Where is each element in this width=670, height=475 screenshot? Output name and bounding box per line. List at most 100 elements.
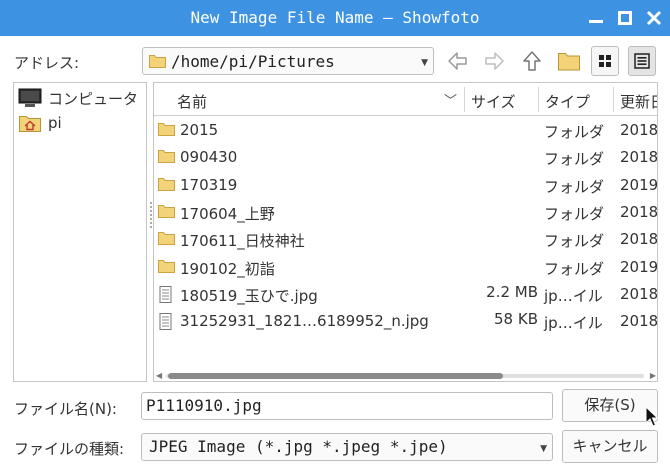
file-type: フォルダ: [544, 204, 605, 223]
arrow-left-icon: [448, 52, 467, 70]
folder-icon: [158, 259, 175, 277]
file-date: 2018: [620, 230, 658, 249]
list-view-icon: [634, 53, 650, 69]
file-list-header: 名前 ﹀ サイズ タイプ 更新日: [154, 83, 657, 116]
folder-icon: [158, 122, 175, 140]
address-label: アドレス:: [14, 54, 80, 72]
file-row[interactable]: 31252931_1821…6189952_n.jpg 58 KB jp…イル 201…: [154, 308, 658, 335]
title-bar: New Image File Name — Showfoto: [0, 0, 670, 36]
file-icon: [158, 285, 173, 307]
file-row[interactable]: 180519_玉ひで.jpg 2.2 MB jp…イル 2018: [154, 281, 658, 308]
save-button[interactable]: 保存(S): [562, 389, 658, 422]
forward-button[interactable]: [479, 46, 509, 76]
minimize-button[interactable]: [586, 8, 606, 28]
cancel-button[interactable]: キャンセル: [562, 430, 658, 463]
file-row[interactable]: 170611_日枝神社 フォルダ 2018: [154, 226, 658, 253]
chevron-down-icon: ▼: [540, 444, 547, 454]
file-type: フォルダ: [544, 232, 605, 251]
column-divider[interactable]: [464, 87, 465, 112]
file-type: jp…イル: [544, 286, 603, 305]
place-label: コンピュータ: [48, 89, 139, 108]
folder-icon: [149, 55, 166, 68]
file-type: フォルダ: [544, 123, 605, 141]
scroll-left-icon[interactable]: ◀: [156, 371, 162, 380]
column-header-type[interactable]: タイプ: [545, 91, 590, 112]
file-date: 2018: [620, 202, 658, 221]
file-type: フォルダ: [544, 177, 605, 196]
filename-input[interactable]: P1110910.jpg: [141, 392, 553, 420]
folder-icon: [158, 259, 175, 273]
column-header-date[interactable]: 更新日: [620, 91, 657, 112]
file-row[interactable]: 2015 フォルダ 2018: [154, 117, 658, 144]
close-button[interactable]: [644, 8, 664, 28]
filetype-value: JPEG Image (*.jpg *.jpeg *.jpe): [149, 437, 448, 456]
file-row[interactable]: 190102_初詣 フォルダ 2019: [154, 254, 658, 281]
file-name: 31252931_1821…6189952_n.jpg: [180, 312, 429, 331]
chevron-down-icon: ▼: [421, 58, 428, 68]
folder-icon: [158, 177, 175, 191]
file-name: 180519_玉ひで.jpg: [180, 286, 318, 305]
file-icon: [159, 285, 172, 303]
list-view-button[interactable]: [628, 46, 656, 76]
column-header-name[interactable]: 名前: [177, 91, 207, 112]
file-type: フォルダ: [544, 150, 605, 169]
file-date: 2019: [620, 257, 658, 276]
scrollbar-thumb[interactable]: [168, 373, 503, 379]
new-folder-icon: [558, 53, 580, 71]
close-icon: [646, 10, 662, 26]
file-list[interactable]: 名前 ﹀ サイズ タイプ 更新日 2015フォルダ2018090430フォルダ2…: [153, 82, 658, 382]
folder-icon: [158, 204, 175, 218]
file-date: 2018: [620, 121, 658, 139]
horizontal-scrollbar[interactable]: ◀ ▶: [156, 371, 656, 380]
place-item-home[interactable]: pi: [18, 111, 146, 135]
file-name: 2015: [180, 121, 219, 139]
file-size: 2.2 MB: [486, 282, 538, 301]
file-date: 2018: [620, 312, 658, 331]
file-row[interactable]: 170319 フォルダ 2019: [154, 172, 658, 199]
file-type: jp…イル: [544, 314, 603, 333]
path-text: /home/pi/Pictures: [171, 52, 335, 71]
file-date: 2019: [620, 175, 658, 194]
filetype-select[interactable]: JPEG Image (*.jpg *.jpeg *.jpe) ▼: [141, 433, 553, 461]
file-row[interactable]: 170604_上野 フォルダ 2018: [154, 199, 658, 226]
column-divider[interactable]: [613, 87, 614, 112]
maximize-button[interactable]: [615, 8, 635, 28]
grid-view-icon: [599, 55, 611, 67]
places-panel: コンピュータ pi: [13, 82, 147, 382]
file-date: 2018: [620, 284, 658, 303]
new-folder-button[interactable]: [554, 46, 584, 76]
folder-icon: [158, 231, 175, 249]
arrow-right-icon: [485, 52, 504, 70]
folder-icon: [158, 177, 175, 195]
file-size: 58 KB: [494, 310, 538, 329]
back-button[interactable]: [443, 46, 473, 76]
file-name: 170319: [180, 175, 238, 194]
file-icon: [159, 313, 172, 331]
arrow-up-icon: [523, 51, 541, 71]
folder-icon: [158, 204, 175, 222]
filetype-label: ファイルの種類:: [14, 440, 125, 458]
folder-icon: [158, 149, 175, 167]
file-name: 190102_初詣: [180, 259, 275, 278]
place-label: pi: [48, 114, 62, 132]
column-divider[interactable]: [538, 87, 539, 112]
chevron-down-icon: ﹀: [444, 94, 458, 109]
window-title: New Image File Name — Showfoto: [190, 8, 480, 27]
parent-folder-button[interactable]: [517, 46, 547, 76]
file-row[interactable]: 090430 フォルダ 2018: [154, 144, 658, 171]
column-header-size[interactable]: サイズ: [471, 91, 516, 112]
file-date: 2018: [620, 148, 658, 167]
place-item-computer[interactable]: コンピュータ: [18, 86, 146, 110]
mouse-pointer-icon: [645, 406, 659, 427]
folder-icon: [158, 123, 175, 136]
computer-icon: [18, 88, 42, 107]
folder-icon: [158, 150, 175, 164]
icon-view-button[interactable]: [591, 46, 619, 76]
file-icon: [158, 313, 173, 334]
filename-label: ファイル名(N):: [14, 400, 117, 418]
file-name: 170604_上野: [180, 204, 275, 223]
home-folder-icon: [19, 116, 41, 132]
path-combobox[interactable]: /home/pi/Pictures ▼: [142, 47, 434, 75]
file-name: 090430: [180, 148, 238, 167]
scroll-right-icon[interactable]: ▶: [650, 371, 656, 380]
